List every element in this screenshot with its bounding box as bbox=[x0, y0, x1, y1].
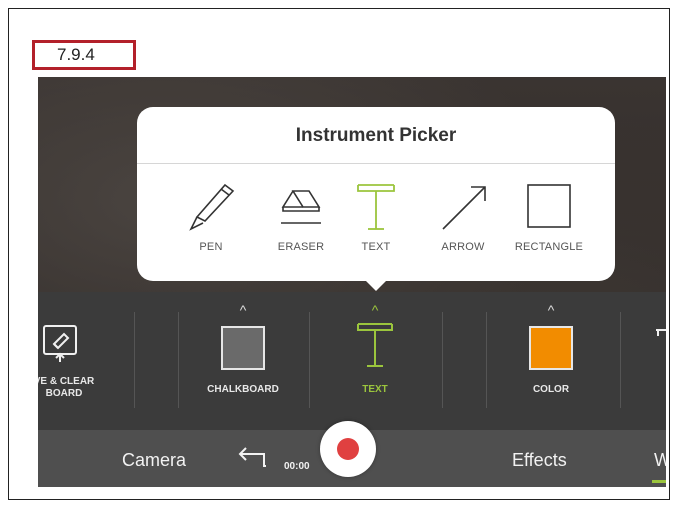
rectangle-icon bbox=[527, 184, 571, 228]
camera-tab[interactable]: Camera bbox=[122, 450, 186, 471]
tool-text[interactable]: TEXT bbox=[330, 177, 422, 267]
instrument-picker-popover: Instrument Picker PEN ERASER TEXT ARROW … bbox=[137, 107, 615, 281]
separator bbox=[442, 312, 443, 408]
text-tool-label: TEXT bbox=[362, 384, 388, 395]
text-icon bbox=[357, 184, 395, 230]
save-clear-label-line1: VE & CLEAR bbox=[38, 376, 95, 387]
save-clear-label-line2: BOARD bbox=[45, 388, 83, 399]
tool-rectangle[interactable]: RECTANGLE bbox=[503, 177, 595, 267]
eraser-icon bbox=[281, 190, 321, 224]
popover-title: Instrument Picker bbox=[295, 125, 457, 146]
separator bbox=[134, 312, 135, 408]
partial-tab[interactable]: W bbox=[654, 450, 666, 471]
record-timer: 00:00 bbox=[284, 461, 310, 472]
save-clear-icon bbox=[43, 325, 77, 362]
color-swatch bbox=[529, 326, 573, 370]
arrow-icon bbox=[442, 186, 486, 230]
tool-arrow[interactable]: ARROW bbox=[417, 177, 509, 267]
record-button[interactable] bbox=[320, 421, 376, 477]
active-tab-indicator bbox=[652, 480, 666, 483]
caret-up-icon: ^ bbox=[371, 302, 379, 318]
caret-up-icon: ^ bbox=[239, 302, 247, 318]
caret-up-icon: ^ bbox=[547, 302, 555, 318]
effects-tab[interactable]: Effects bbox=[512, 450, 567, 471]
chalkboard-label: CHALKBOARD bbox=[207, 384, 279, 395]
separator bbox=[486, 312, 487, 408]
chalkboard-swatch bbox=[221, 326, 265, 370]
partial-tool-icon[interactable] bbox=[654, 326, 666, 356]
save-clear-board-button[interactable]: VE & CLEAR BOARD bbox=[38, 292, 132, 430]
separator bbox=[309, 312, 310, 408]
undo-icon[interactable] bbox=[234, 446, 274, 470]
tool-label-text: TEXT bbox=[361, 241, 391, 253]
popover-pointer bbox=[364, 279, 388, 291]
tool-label-rectangle: RECTANGLE bbox=[514, 241, 584, 253]
record-dot-icon bbox=[337, 438, 359, 460]
drawing-toolbar: VE & CLEAR BOARD ^ CHALKBOARD ^ TEXT ^ C… bbox=[38, 292, 666, 430]
pen-icon bbox=[189, 183, 235, 231]
color-label: COLOR bbox=[532, 384, 570, 395]
tool-label-arrow: ARROW bbox=[441, 241, 485, 253]
text-icon bbox=[357, 323, 393, 367]
save-clear-label: VE & CLEAR BOARD bbox=[38, 376, 120, 400]
text-tool-button[interactable]: ^ TEXT bbox=[320, 292, 430, 430]
step-label: 7.9.4 bbox=[32, 40, 136, 70]
tool-label-pen: PEN bbox=[199, 241, 223, 253]
tool-pen[interactable]: PEN bbox=[165, 177, 257, 267]
divider bbox=[137, 163, 615, 164]
chalkboard-button[interactable]: ^ CHALKBOARD bbox=[188, 292, 298, 430]
color-button[interactable]: ^ COLOR bbox=[496, 292, 606, 430]
separator bbox=[620, 312, 621, 408]
separator bbox=[178, 312, 179, 408]
app-screen: Instrument Picker PEN ERASER TEXT ARROW … bbox=[38, 77, 666, 487]
